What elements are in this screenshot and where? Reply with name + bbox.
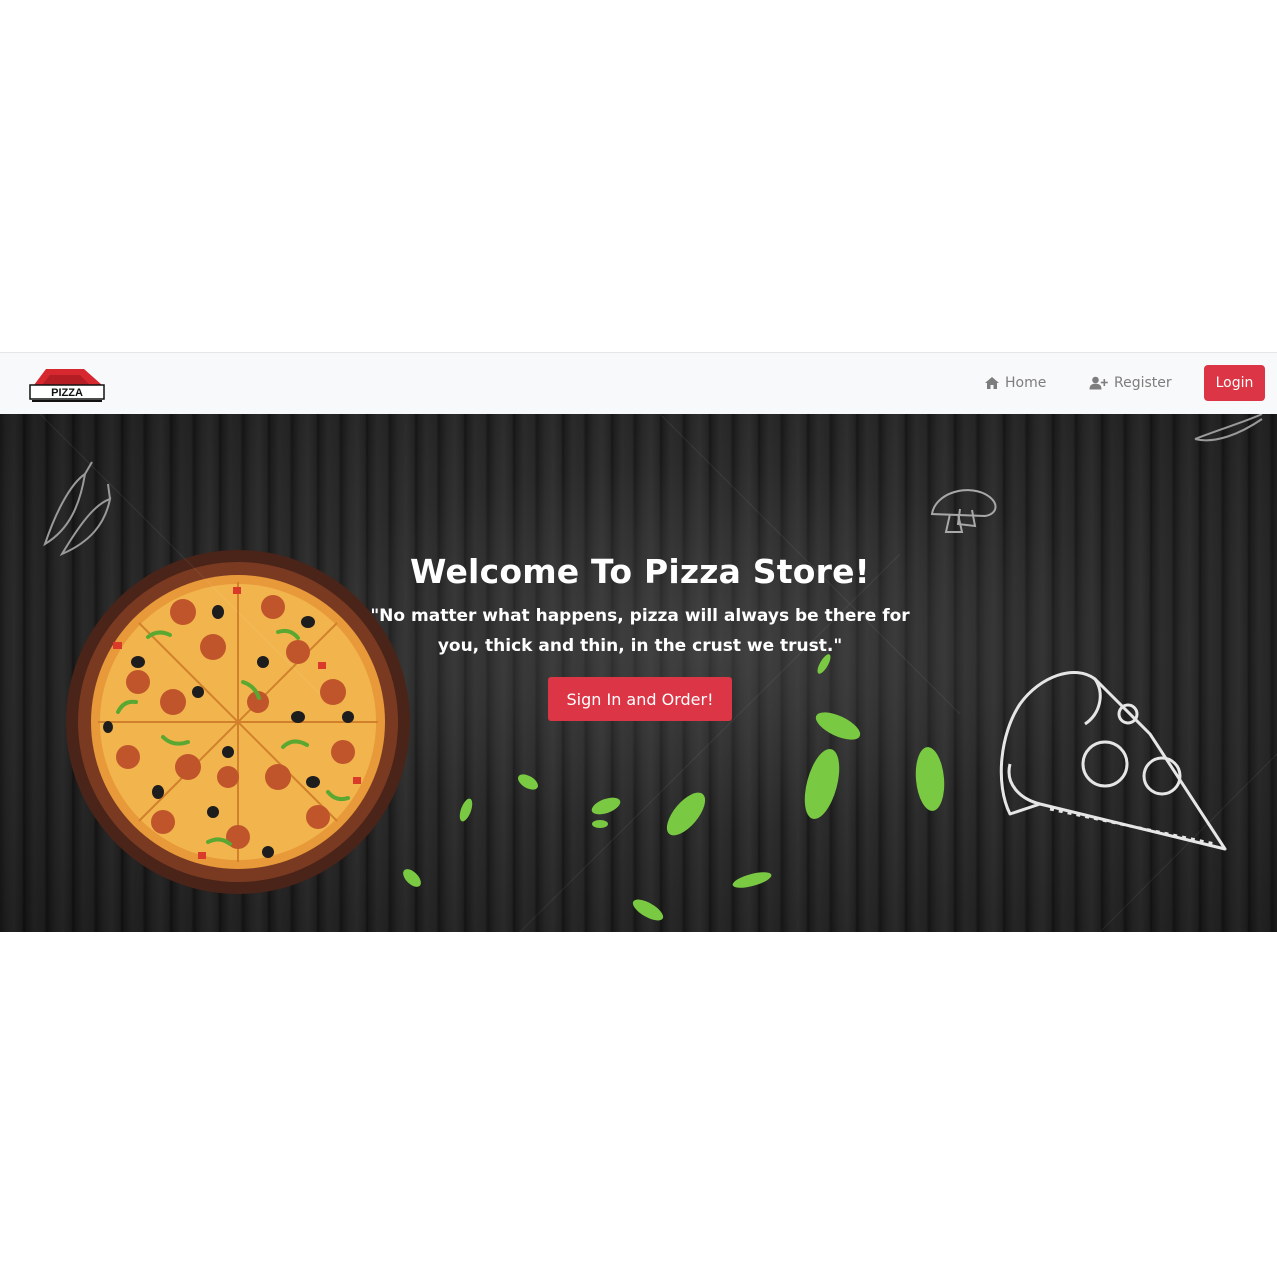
nav-register-label: Register [1114, 375, 1172, 391]
pizza-hut-logo-image: PIZZA [29, 369, 105, 402]
navbar: PIZZA Home Register Login [0, 352, 1277, 414]
svg-text:PIZZA: PIZZA [51, 387, 83, 399]
nav-home-label: Home [1005, 375, 1047, 391]
user-plus-icon [1089, 376, 1109, 390]
mushroom-sketch [930, 489, 997, 533]
pizza-hut-logo[interactable]: PIZZA [28, 363, 106, 405]
login-button[interactable]: Login [1204, 365, 1265, 401]
hero-content: Welcome To Pizza Store! "No matter what … [340, 552, 940, 721]
hero-quote: "No matter what happens, pizza will alwa… [370, 606, 910, 656]
hero-title: Welcome To Pizza Store! [410, 552, 870, 591]
chili-pepper-sketch [43, 461, 112, 557]
hero-banner: Welcome To Pizza Store! "No matter what … [0, 414, 1277, 932]
nav-register-link[interactable]: Register [1089, 375, 1172, 391]
pizza-slice-sketch [999, 670, 1227, 851]
home-icon [984, 376, 1000, 390]
sign-in-order-button[interactable]: Sign In and Order! [548, 677, 732, 721]
nav-home-link[interactable]: Home [984, 375, 1046, 391]
pepper-sketch [1194, 414, 1263, 442]
